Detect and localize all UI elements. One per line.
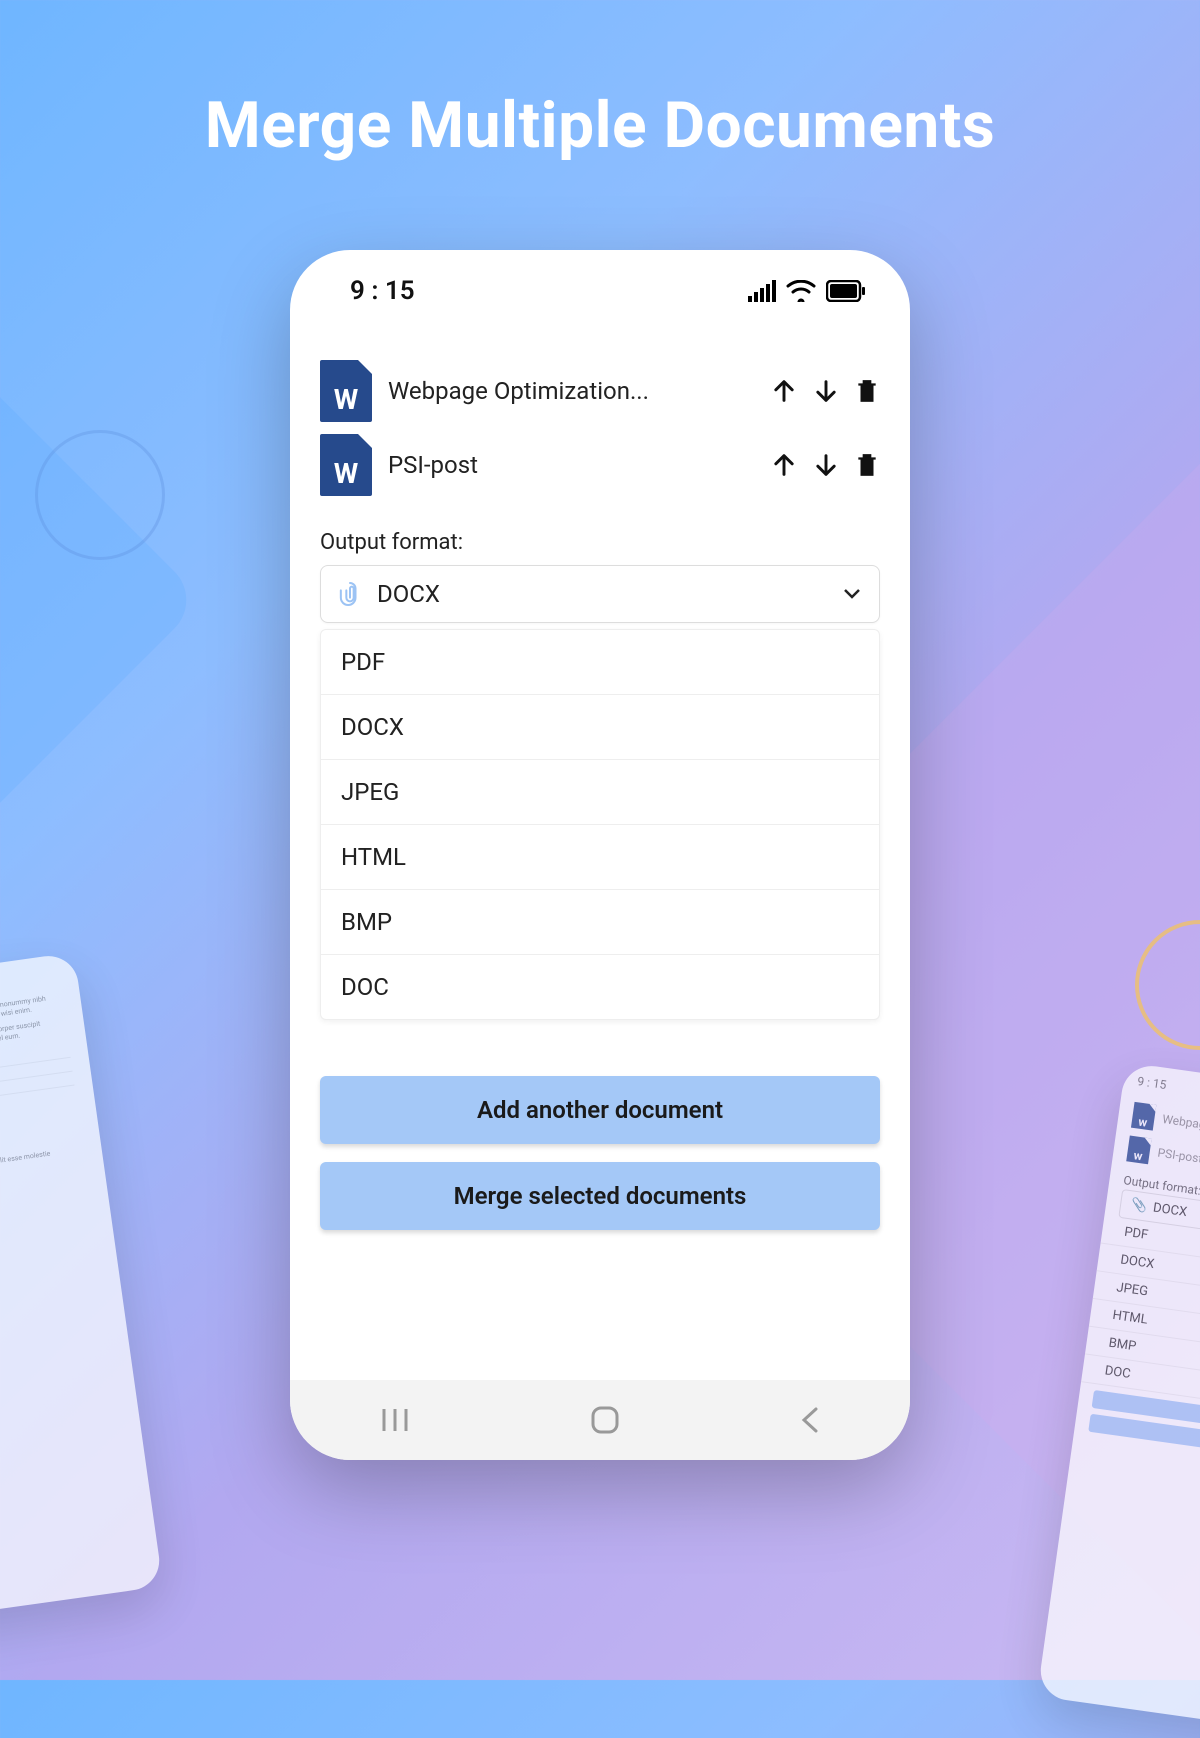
format-option[interactable]: JPEG [321, 760, 879, 825]
delete-icon[interactable] [854, 451, 880, 479]
move-up-icon[interactable] [770, 377, 798, 405]
recents-icon[interactable] [378, 1405, 412, 1435]
output-format-label: Output format: [320, 530, 880, 555]
move-up-icon[interactable] [770, 451, 798, 479]
chevron-down-icon [843, 588, 861, 600]
format-option[interactable]: DOCX [321, 695, 879, 760]
word-doc-icon: W [320, 360, 372, 422]
phone-frame: 9 : 15 W Webpage Optimization... W PSI-p… [290, 250, 910, 1460]
word-doc-icon: W [320, 434, 372, 496]
bg-circle [35, 430, 165, 560]
status-bar: 9 : 15 [290, 250, 910, 314]
format-option[interactable]: BMP [321, 890, 879, 955]
bg-shape [0, 317, 203, 883]
status-time: 9 : 15 [350, 276, 415, 306]
decorative-phone-left: REPORT Lorem ipsum dolor sit amet consec… [0, 952, 163, 1628]
document-row: W PSI-post [320, 428, 880, 502]
signal-icon [748, 280, 776, 302]
delete-icon[interactable] [854, 377, 880, 405]
document-name: Webpage Optimization... [388, 377, 754, 405]
android-nav-bar [290, 1380, 910, 1460]
format-options-list: PDF DOCX JPEG HTML BMP DOC [320, 629, 880, 1020]
wifi-icon [786, 280, 816, 302]
format-option[interactable]: HTML [321, 825, 879, 890]
selected-format: DOCX [377, 580, 440, 608]
document-row: W Webpage Optimization... [320, 354, 880, 428]
format-option[interactable]: PDF [321, 630, 879, 695]
add-document-button[interactable]: Add another document [320, 1076, 880, 1144]
move-down-icon[interactable] [812, 377, 840, 405]
format-option[interactable]: DOC [321, 955, 879, 1019]
home-icon[interactable] [588, 1403, 622, 1437]
move-down-icon[interactable] [812, 451, 840, 479]
page-title: Merge Multiple Documents [0, 0, 1200, 163]
merge-documents-button[interactable]: Merge selected documents [320, 1162, 880, 1230]
document-name: PSI-post [388, 451, 754, 479]
back-icon[interactable] [798, 1405, 822, 1435]
attachment-icon [339, 581, 361, 607]
output-format-select[interactable]: DOCX [320, 565, 880, 623]
battery-icon [826, 280, 866, 302]
